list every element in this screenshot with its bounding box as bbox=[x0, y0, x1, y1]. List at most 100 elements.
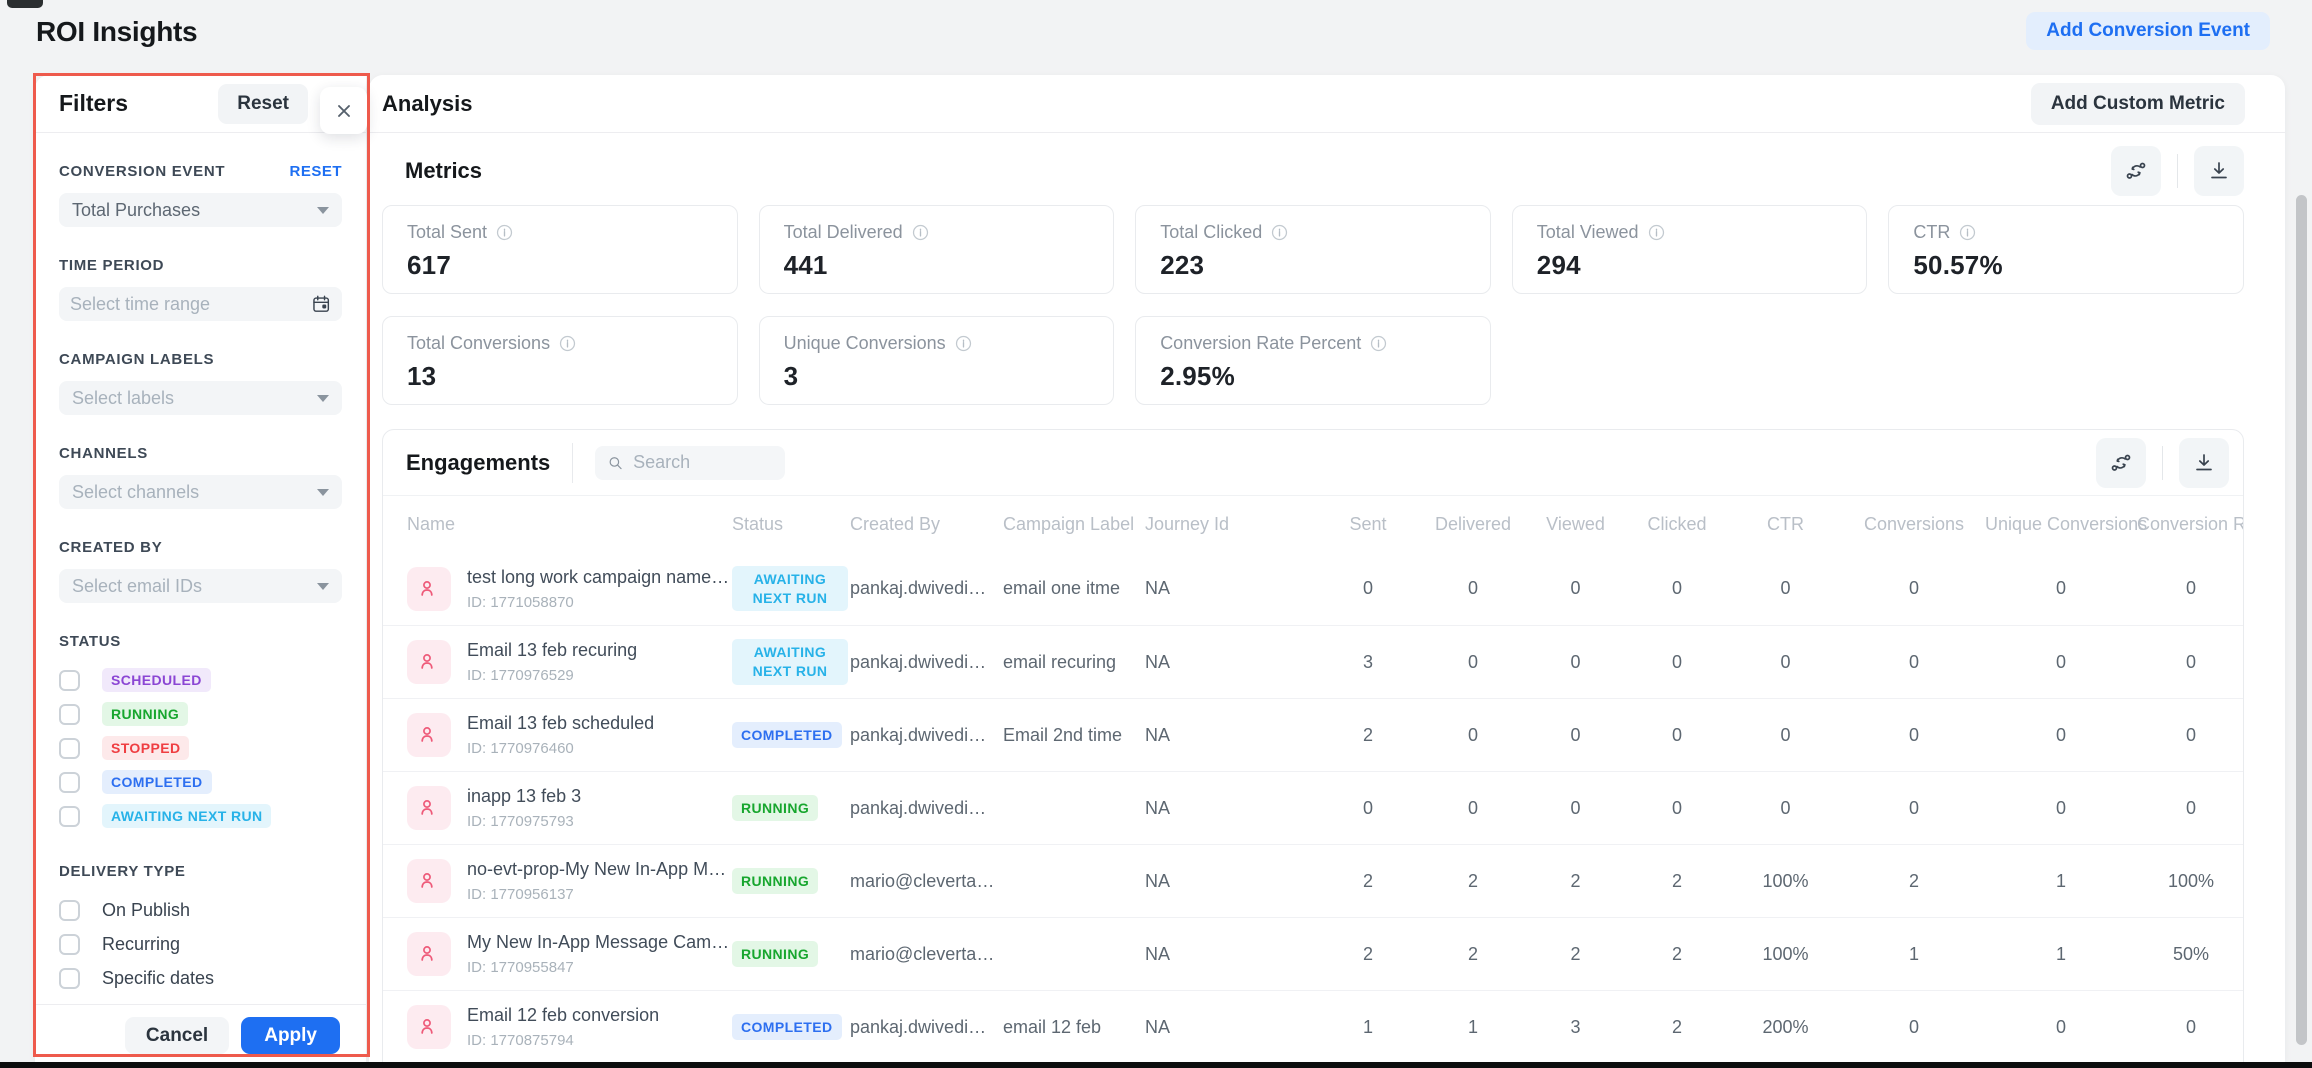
cancel-button[interactable]: Cancel bbox=[124, 1017, 230, 1054]
table-column-header[interactable]: Campaign Label bbox=[1003, 514, 1145, 535]
info-icon[interactable] bbox=[1959, 224, 1976, 241]
metric-card-value: 441 bbox=[783, 250, 828, 280]
status-checkbox[interactable] bbox=[59, 737, 80, 759]
conversion-event-select[interactable]: Total Purchases bbox=[59, 193, 342, 227]
table-column-header[interactable]: Unique Conversions bbox=[1985, 514, 2147, 535]
campaign-name[interactable]: inapp 13 feb 3 bbox=[467, 786, 581, 807]
actions-divider bbox=[2162, 445, 2163, 480]
status-checkbox[interactable] bbox=[59, 669, 80, 691]
delivered-cell: 2 bbox=[1467, 870, 1478, 891]
filters-reset-button[interactable]: Reset bbox=[218, 83, 308, 124]
conversion-event-reset-link[interactable]: RESET bbox=[289, 163, 342, 180]
table-column-header[interactable]: Status bbox=[732, 514, 850, 535]
created-by-cell: pankaj.dwivedi@cle... bbox=[850, 651, 1003, 672]
engagements-title: Engagements bbox=[406, 449, 551, 475]
delivery-type-checkbox[interactable] bbox=[59, 967, 80, 989]
table-column-header[interactable]: Conversions bbox=[1843, 514, 1985, 535]
status-checkbox[interactable] bbox=[59, 805, 80, 827]
table-column-header[interactable]: Conversion Rate bbox=[2137, 514, 2243, 535]
engagements-card: Engagements Search Name Status Created B… bbox=[382, 429, 2244, 1062]
person-icon bbox=[421, 873, 433, 888]
channels-select[interactable]: Select channels bbox=[59, 475, 342, 509]
table-column-header[interactable]: Clicked bbox=[1626, 514, 1728, 535]
person-icon bbox=[421, 580, 433, 596]
campaign-name[interactable]: no-evt-prop-My New In-App Message Cam... bbox=[467, 859, 732, 880]
table-row[interactable]: My New In-App Message Campaign ID: 17709… bbox=[383, 917, 2243, 990]
created-by-select[interactable]: Select email IDs bbox=[59, 569, 342, 603]
campaign-avatar bbox=[407, 786, 451, 830]
engagements-search[interactable] bbox=[595, 445, 786, 480]
viewed-cell: 0 bbox=[1570, 578, 1581, 598]
info-icon[interactable] bbox=[1370, 335, 1387, 352]
status-badge: COMPLETED bbox=[732, 1013, 842, 1041]
delivered-cell: 2 bbox=[1467, 943, 1478, 964]
info-icon[interactable] bbox=[1271, 224, 1288, 241]
created-by-placeholder: Select email IDs bbox=[72, 575, 203, 596]
table-row[interactable]: test long work campaign name test long w… bbox=[383, 552, 2243, 625]
info-icon[interactable] bbox=[912, 224, 929, 241]
vertical-scrollbar[interactable] bbox=[2296, 195, 2307, 1045]
campaign-name[interactable]: Email 12 feb conversion bbox=[467, 1005, 659, 1026]
info-icon[interactable] bbox=[955, 335, 972, 352]
status-checkbox[interactable] bbox=[59, 703, 80, 725]
campaign-name[interactable]: test long work campaign name test long w… bbox=[467, 567, 732, 588]
sent-cell: 3 bbox=[1362, 651, 1373, 672]
time-period-input-wrap[interactable] bbox=[59, 287, 342, 321]
delivery-type-checkbox[interactable] bbox=[59, 899, 80, 921]
add-custom-metric-button[interactable]: Add Custom Metric bbox=[2030, 82, 2245, 125]
table-column-header[interactable]: Viewed bbox=[1525, 514, 1626, 535]
conversion-rate-cell: 0 bbox=[2185, 724, 2196, 745]
metrics-actions bbox=[2111, 146, 2244, 196]
metric-card-label: Total Delivered bbox=[783, 222, 903, 242]
campaign-labels-label: CAMPAIGN LABELS bbox=[59, 351, 215, 368]
filters-footer: Cancel Apply bbox=[35, 1004, 366, 1054]
filters-close-button[interactable] bbox=[320, 87, 367, 134]
delivery-type-checkbox[interactable] bbox=[59, 933, 80, 955]
metrics-flow-button[interactable] bbox=[2111, 146, 2161, 196]
campaign-labels-select[interactable]: Select labels bbox=[59, 381, 342, 415]
metrics-title: Metrics bbox=[405, 158, 483, 183]
table-column-header[interactable]: Created By bbox=[850, 514, 1003, 535]
delivery-type-option-label: On Publish bbox=[102, 899, 191, 920]
info-icon[interactable] bbox=[559, 335, 576, 352]
table-row[interactable]: Email 13 feb recuring ID: 1770976529 AWA… bbox=[383, 625, 2243, 698]
campaign-name[interactable]: My New In-App Message Campaign bbox=[467, 932, 732, 953]
table-row[interactable]: inapp 13 feb 3 ID: 1770975793 RUNNING pa… bbox=[383, 771, 2243, 844]
status-badge: AWAITING NEXT RUN bbox=[102, 804, 272, 828]
status-checkbox[interactable] bbox=[59, 771, 80, 793]
person-icon bbox=[421, 800, 433, 815]
engagements-flow-button[interactable] bbox=[2096, 437, 2146, 488]
viewed-cell: 0 bbox=[1570, 651, 1581, 672]
table-column-header[interactable]: CTR bbox=[1728, 514, 1843, 535]
person-icon bbox=[421, 946, 433, 961]
viewed-cell: 0 bbox=[1570, 797, 1581, 818]
table-row[interactable]: no-evt-prop-My New In-App Message Cam...… bbox=[383, 844, 2243, 917]
ctr-cell: 200% bbox=[1762, 1016, 1809, 1037]
status-option-row: COMPLETED bbox=[59, 765, 342, 799]
info-icon[interactable] bbox=[1648, 224, 1665, 241]
apply-button[interactable]: Apply bbox=[241, 1017, 340, 1054]
search-input[interactable] bbox=[633, 452, 774, 473]
metrics-bar: Metrics bbox=[382, 146, 2244, 196]
created-by-cell: pankaj.dwivedi@cle... bbox=[850, 797, 1003, 818]
time-period-input[interactable] bbox=[70, 293, 311, 315]
table-column-header[interactable]: Delivered bbox=[1421, 514, 1525, 535]
metrics-download-button[interactable] bbox=[2194, 146, 2244, 196]
delivery-type-option-row: Specific dates bbox=[59, 961, 342, 995]
engagements-download-button[interactable] bbox=[2179, 437, 2229, 488]
table-column-header[interactable]: Sent bbox=[1315, 514, 1421, 535]
add-conversion-event-button[interactable]: Add Conversion Event bbox=[2026, 12, 2270, 50]
download-icon bbox=[2196, 453, 2212, 470]
person-icon bbox=[421, 1019, 433, 1034]
sync-flow-icon bbox=[2111, 454, 2131, 471]
campaign-name[interactable]: Email 13 feb scheduled bbox=[467, 713, 654, 734]
table-row[interactable]: Email 13 feb scheduled ID: 1770976460 CO… bbox=[383, 698, 2243, 771]
delivery-type-label: DELIVERY TYPE bbox=[59, 863, 186, 880]
table-column-header[interactable]: Name bbox=[407, 514, 732, 535]
info-icon[interactable] bbox=[496, 224, 513, 241]
campaign-name[interactable]: Email 13 feb recuring bbox=[467, 640, 637, 661]
table-column-header[interactable]: Journey Id bbox=[1145, 514, 1315, 535]
table-row[interactable]: Email 12 feb conversion ID: 1770875794 C… bbox=[383, 990, 2243, 1062]
unique-conversions-cell: 0 bbox=[2055, 797, 2066, 818]
time-period-label: TIME PERIOD bbox=[59, 257, 165, 274]
